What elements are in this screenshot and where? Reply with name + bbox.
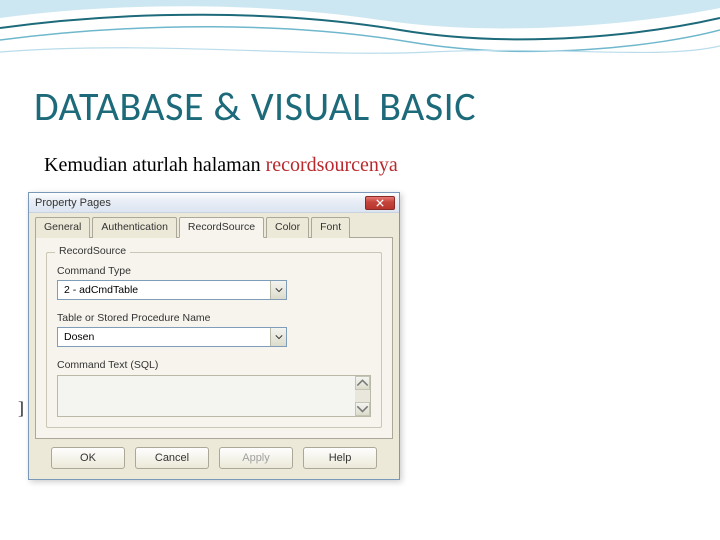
chevron-down-icon (356, 405, 369, 413)
command-text-area[interactable] (57, 375, 371, 417)
command-type-label: Command Type (57, 265, 371, 277)
close-button[interactable] (365, 196, 395, 210)
help-button[interactable]: Help (303, 447, 377, 469)
tab-body: RecordSource Command Type 2 - adCmdTable… (35, 237, 393, 439)
command-type-value: 2 - adCmdTable (58, 281, 270, 299)
property-pages-dialog: Property Pages General Authentication Re… (28, 192, 400, 480)
scroll-track[interactable] (355, 390, 370, 402)
subtitle-accent: recordsourcenya (266, 154, 398, 176)
dialog-titlebar[interactable]: Property Pages (29, 193, 399, 213)
close-icon (376, 199, 384, 207)
slide-subtitle: Kemudian aturlah halaman recordsourcenya (44, 154, 398, 177)
tab-recordsource[interactable]: RecordSource (179, 217, 264, 238)
stray-bracket: ] (18, 398, 24, 419)
table-name-dropdown-button[interactable] (270, 328, 286, 346)
command-text-value (58, 376, 355, 416)
cancel-button[interactable]: Cancel (135, 447, 209, 469)
tab-color[interactable]: Color (266, 217, 309, 238)
chevron-down-icon (275, 287, 283, 293)
tab-general[interactable]: General (35, 217, 90, 238)
textarea-scrollbar[interactable] (355, 376, 370, 416)
subtitle-plain: Kemudian aturlah halaman (44, 154, 266, 176)
command-type-dropdown-button[interactable] (270, 281, 286, 299)
dialog-title: Property Pages (35, 197, 111, 209)
tab-authentication[interactable]: Authentication (92, 217, 177, 238)
recordsource-group: RecordSource Command Type 2 - adCmdTable… (46, 252, 382, 428)
table-name-combo[interactable]: Dosen (57, 327, 287, 347)
scroll-up-button[interactable] (355, 376, 370, 390)
command-text-label: Command Text (SQL) (57, 359, 371, 371)
table-name-value: Dosen (58, 328, 270, 346)
group-legend: RecordSource (55, 245, 130, 257)
table-name-label: Table or Stored Procedure Name (57, 312, 371, 324)
tab-row: General Authentication RecordSource Colo… (29, 213, 399, 238)
scroll-down-button[interactable] (355, 402, 370, 416)
apply-button[interactable]: Apply (219, 447, 293, 469)
chevron-down-icon (275, 334, 283, 340)
ok-button[interactable]: OK (51, 447, 125, 469)
dialog-button-row: OK Cancel Apply Help (29, 439, 399, 479)
command-type-combo[interactable]: 2 - adCmdTable (57, 280, 287, 300)
wave-decoration (0, 0, 720, 70)
tab-font[interactable]: Font (311, 217, 350, 238)
slide-title: DATABASE & VISUAL BASIC (34, 82, 476, 131)
chevron-up-icon (356, 379, 369, 387)
